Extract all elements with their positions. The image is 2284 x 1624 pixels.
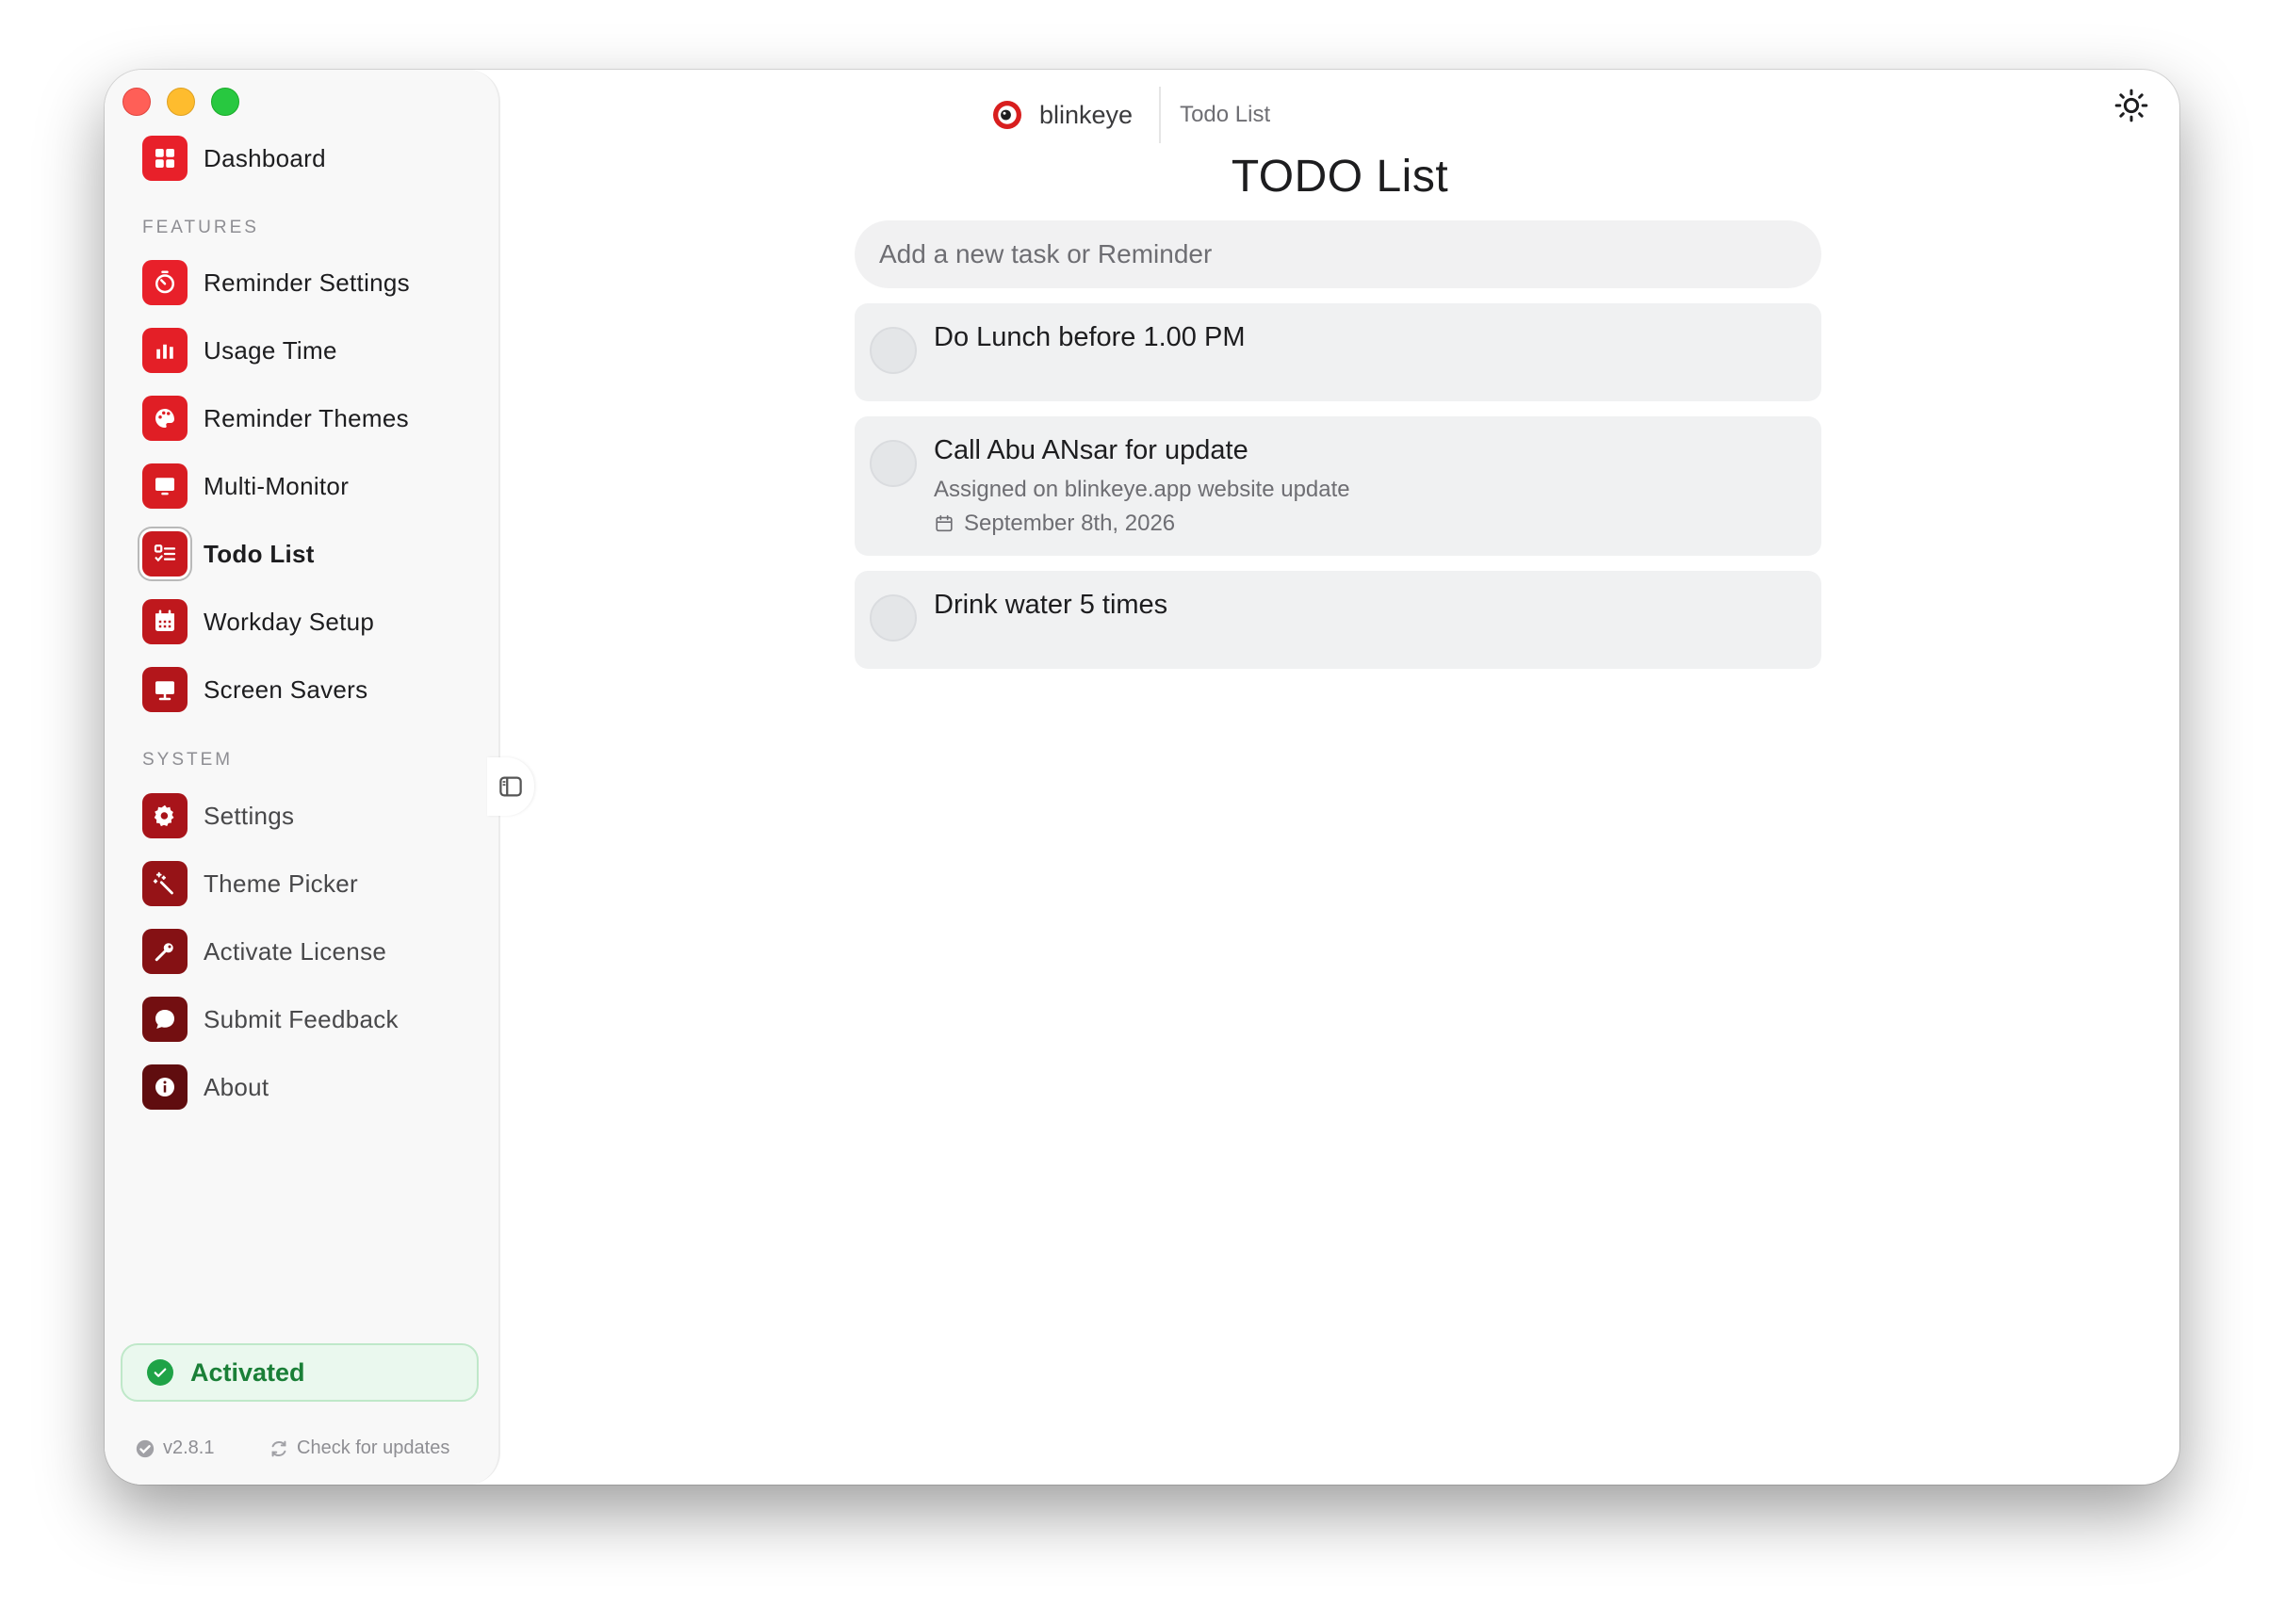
task-date-text: September 8th, 2026 xyxy=(964,511,1176,536)
breadcrumb: Todo List xyxy=(1180,102,1271,127)
zoom-window-button[interactable] xyxy=(211,88,239,116)
sidebar-item-workday-setup[interactable]: Workday Setup xyxy=(142,595,374,648)
info-icon xyxy=(142,1064,188,1110)
task-item[interactable]: Do Lunch before 1.00 PM xyxy=(855,303,1821,401)
timer-icon xyxy=(142,260,188,305)
sidebar-item-label: Todo List xyxy=(204,539,315,568)
sidebar-item-label: Theme Picker xyxy=(204,869,358,898)
task-description: Assigned on blinkeye.app website update xyxy=(934,477,1350,502)
sidebar-item-about[interactable]: About xyxy=(142,1061,269,1113)
version-info: v2.8.1 xyxy=(135,1437,214,1459)
check-circle-icon xyxy=(147,1359,173,1386)
chat-bubble-icon xyxy=(142,997,188,1042)
task-title: Call Abu ANsar for update xyxy=(934,435,1248,465)
refresh-icon xyxy=(271,1440,286,1456)
sidebar-item-label: About xyxy=(204,1072,269,1101)
sidebar-item-screen-savers[interactable]: Screen Savers xyxy=(142,663,367,716)
sidebar-item-activate-license[interactable]: Activate License xyxy=(142,925,386,978)
sidebar-item-label: Workday Setup xyxy=(204,607,375,636)
sidebar-item-multi-monitor[interactable]: Multi-Monitor xyxy=(142,460,349,512)
task-complete-checkbox[interactable] xyxy=(870,327,917,374)
sidebar-item-todo-list[interactable]: Todo List xyxy=(142,528,315,580)
page-title: TODO List xyxy=(1231,152,1449,202)
check-updates-link[interactable]: Check for updates xyxy=(269,1437,449,1459)
sidebar-item-reminder-settings[interactable]: Reminder Settings xyxy=(142,256,410,309)
calendar-small-icon xyxy=(936,514,953,532)
sidebar: Dashboard FEATURES Reminder Settings Usa… xyxy=(105,70,500,1485)
bar-chart-icon xyxy=(142,328,188,373)
sidebar-item-theme-picker[interactable]: Theme Picker xyxy=(142,857,358,910)
system-heading: SYSTEM xyxy=(142,750,234,770)
key-icon xyxy=(142,929,188,974)
check-updates-label: Check for updates xyxy=(297,1437,450,1458)
task-title: Drink water 5 times xyxy=(934,590,1168,620)
blinkeye-logo-icon xyxy=(993,101,1021,129)
brand: blinkeye xyxy=(990,98,1133,132)
sidebar-item-label: Multi-Monitor xyxy=(204,471,350,500)
sidebar-item-label: Usage Time xyxy=(204,335,337,365)
sidebar-item-label: Reminder Themes xyxy=(204,403,409,432)
close-window-button[interactable] xyxy=(122,88,151,116)
task-complete-checkbox[interactable] xyxy=(870,440,917,487)
sidebar-item-label: Settings xyxy=(204,801,295,830)
calendar-icon xyxy=(142,599,188,644)
dashboard-icon xyxy=(142,136,188,181)
license-status-badge: Activated xyxy=(121,1343,479,1402)
task-complete-checkbox[interactable] xyxy=(870,594,917,641)
sidebar-item-label: Submit Feedback xyxy=(204,1004,399,1033)
app-window: Dashboard FEATURES Reminder Settings Usa… xyxy=(105,70,2179,1485)
sidebar-item-label: Screen Savers xyxy=(204,674,368,704)
sidebar-item-dashboard[interactable]: Dashboard xyxy=(142,132,326,185)
top-bar: blinkeye Todo List xyxy=(990,87,1270,143)
theme-toggle-button[interactable] xyxy=(2113,87,2150,124)
features-heading: FEATURES xyxy=(142,218,259,237)
task-date: September 8th, 2026 xyxy=(934,511,1175,537)
sidebar-toggle-icon xyxy=(499,776,522,797)
sidebar-item-usage-time[interactable]: Usage Time xyxy=(142,324,337,377)
new-task-input[interactable] xyxy=(855,220,1821,288)
sidebar-item-label: Reminder Settings xyxy=(204,268,410,297)
magic-wand-icon xyxy=(142,861,188,906)
minimize-window-button[interactable] xyxy=(167,88,195,116)
window-controls xyxy=(122,88,239,116)
version-text: v2.8.1 xyxy=(163,1437,215,1458)
task-item[interactable]: Drink water 5 times xyxy=(855,571,1821,669)
palette-icon xyxy=(142,396,188,441)
license-status-text: Activated xyxy=(190,1357,305,1387)
monitor-icon xyxy=(142,463,188,509)
sidebar-toggle-button[interactable] xyxy=(487,757,534,816)
checklist-icon xyxy=(142,531,188,577)
gear-icon xyxy=(142,793,188,838)
brand-name: blinkeye xyxy=(1039,100,1134,129)
sidebar-item-submit-feedback[interactable]: Submit Feedback xyxy=(142,993,399,1046)
sidebar-item-label: Dashboard xyxy=(204,143,326,172)
display-icon xyxy=(142,667,188,712)
task-item[interactable]: Call Abu ANsar for update Assigned on bl… xyxy=(855,416,1821,556)
task-title: Do Lunch before 1.00 PM xyxy=(934,322,1246,352)
verified-icon xyxy=(136,1439,155,1457)
sun-icon xyxy=(2114,89,2148,122)
sidebar-item-reminder-themes[interactable]: Reminder Themes xyxy=(142,392,409,445)
sidebar-item-settings[interactable]: Settings xyxy=(142,789,294,842)
sidebar-item-label: Activate License xyxy=(204,936,387,966)
header-divider xyxy=(1159,87,1162,143)
